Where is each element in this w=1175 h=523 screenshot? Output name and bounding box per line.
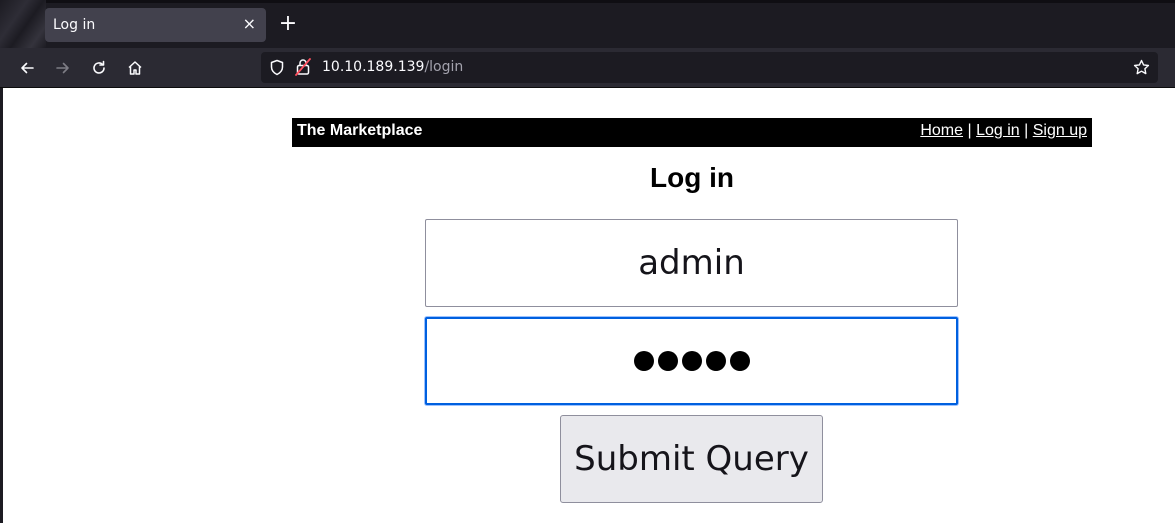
nav-separator: |: [1024, 122, 1029, 139]
url-text[interactable]: 10.10.189.139/login: [322, 59, 463, 75]
url-host: 10.10.189.139: [322, 59, 425, 75]
site-nav: Home | Log in | Sign up: [920, 122, 1087, 140]
password-dot: [705, 351, 726, 371]
tab-title: Log in: [53, 17, 96, 33]
url-path: /login: [424, 59, 464, 75]
password-dot: [657, 351, 678, 371]
page-title: Log in: [650, 162, 734, 193]
site-brand: The Marketplace: [297, 122, 423, 139]
insecure-lock-icon[interactable]: [295, 58, 311, 76]
bookmark-star-icon[interactable]: [1133, 59, 1150, 76]
password-dot: [681, 351, 702, 371]
password-dot: [729, 351, 750, 371]
password-dot: [633, 351, 654, 371]
nav-separator: |: [967, 122, 972, 139]
window-decoration: [0, 0, 46, 48]
toolbar-divider: [0, 87, 1175, 88]
reload-button[interactable]: [85, 54, 113, 82]
username-field[interactable]: [425, 219, 958, 307]
shield-icon[interactable]: [269, 59, 285, 76]
browser-tab[interactable]: Log in ×: [45, 8, 266, 42]
back-icon: [21, 62, 34, 74]
url-bar[interactable]: 10.10.189.139/login: [261, 52, 1158, 83]
home-button[interactable]: [121, 54, 149, 82]
home-icon: [128, 61, 142, 75]
tab-strip: Log in × +: [0, 0, 1175, 48]
window-left-border: [0, 88, 3, 523]
nav-link-home[interactable]: Home: [920, 122, 963, 139]
nav-link-signup[interactable]: Sign up: [1033, 122, 1087, 139]
nav-link-login[interactable]: Log in: [976, 122, 1020, 139]
password-field[interactable]: [425, 317, 958, 405]
reload-icon: [93, 60, 105, 74]
forward-button[interactable]: [49, 54, 77, 82]
forward-icon: [56, 62, 69, 74]
back-button[interactable]: [13, 54, 41, 82]
site-header: The Marketplace Home | Log in | Sign up: [292, 118, 1092, 147]
tab-strip-edge: [0, 0, 1175, 3]
submit-button[interactable]: Submit Query: [560, 415, 823, 503]
new-tab-button[interactable]: +: [276, 12, 300, 36]
close-tab-icon[interactable]: ×: [243, 15, 256, 33]
password-mask: [427, 319, 956, 403]
